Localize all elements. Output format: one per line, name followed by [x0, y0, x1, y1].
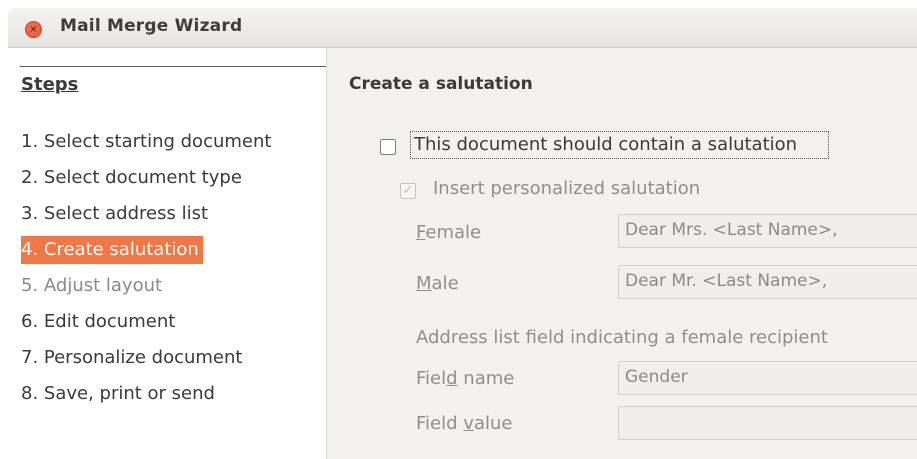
main-panel: Create a salutation This document should…	[327, 48, 917, 459]
step-select-address-list[interactable]: 3. Select address list	[21, 200, 211, 228]
steps-divider	[20, 66, 326, 67]
field-value-select	[618, 406, 917, 440]
step-select-document-type[interactable]: 2. Select document type	[21, 164, 245, 192]
female-label: Female	[416, 222, 482, 243]
step-select-starting-document[interactable]: 1. Select starting document	[21, 128, 274, 156]
field-name-select: Gender	[618, 361, 917, 395]
page-title: Create a salutation	[349, 74, 533, 94]
title-bar: × Mail Merge Wizard	[8, 8, 917, 48]
step-personalize-document[interactable]: 7. Personalize document	[21, 344, 245, 372]
step-create-salutation[interactable]: 4. Create salutation	[21, 236, 203, 264]
field-value-label: Field value	[416, 413, 513, 434]
steps-heading: Steps	[21, 74, 79, 95]
male-salutation-field: Dear Mr. <Last Name>,	[618, 265, 917, 299]
contain-salutation-label[interactable]: This document should contain a salutatio…	[414, 134, 797, 155]
personalized-salutation-label: Insert personalized salutation	[433, 178, 701, 199]
close-icon[interactable]: ×	[25, 21, 42, 38]
female-recipient-caption: Address list field indicating a female r…	[416, 327, 828, 348]
window-title: Mail Merge Wizard	[60, 16, 243, 36]
step-save-print-send[interactable]: 8. Save, print or send	[21, 380, 218, 408]
female-salutation-field: Dear Mrs. <Last Name>,	[618, 214, 917, 248]
step-edit-document[interactable]: 6. Edit document	[21, 308, 178, 336]
male-label: Male	[416, 273, 459, 294]
field-name-label: Field name	[416, 368, 515, 389]
step-adjust-layout: 5. Adjust layout	[21, 275, 163, 296]
steps-sidebar: Steps 1. Select starting document 2. Sel…	[8, 48, 327, 459]
personalized-salutation-checkbox: ✓	[400, 183, 416, 199]
contain-salutation-checkbox[interactable]	[380, 139, 396, 155]
